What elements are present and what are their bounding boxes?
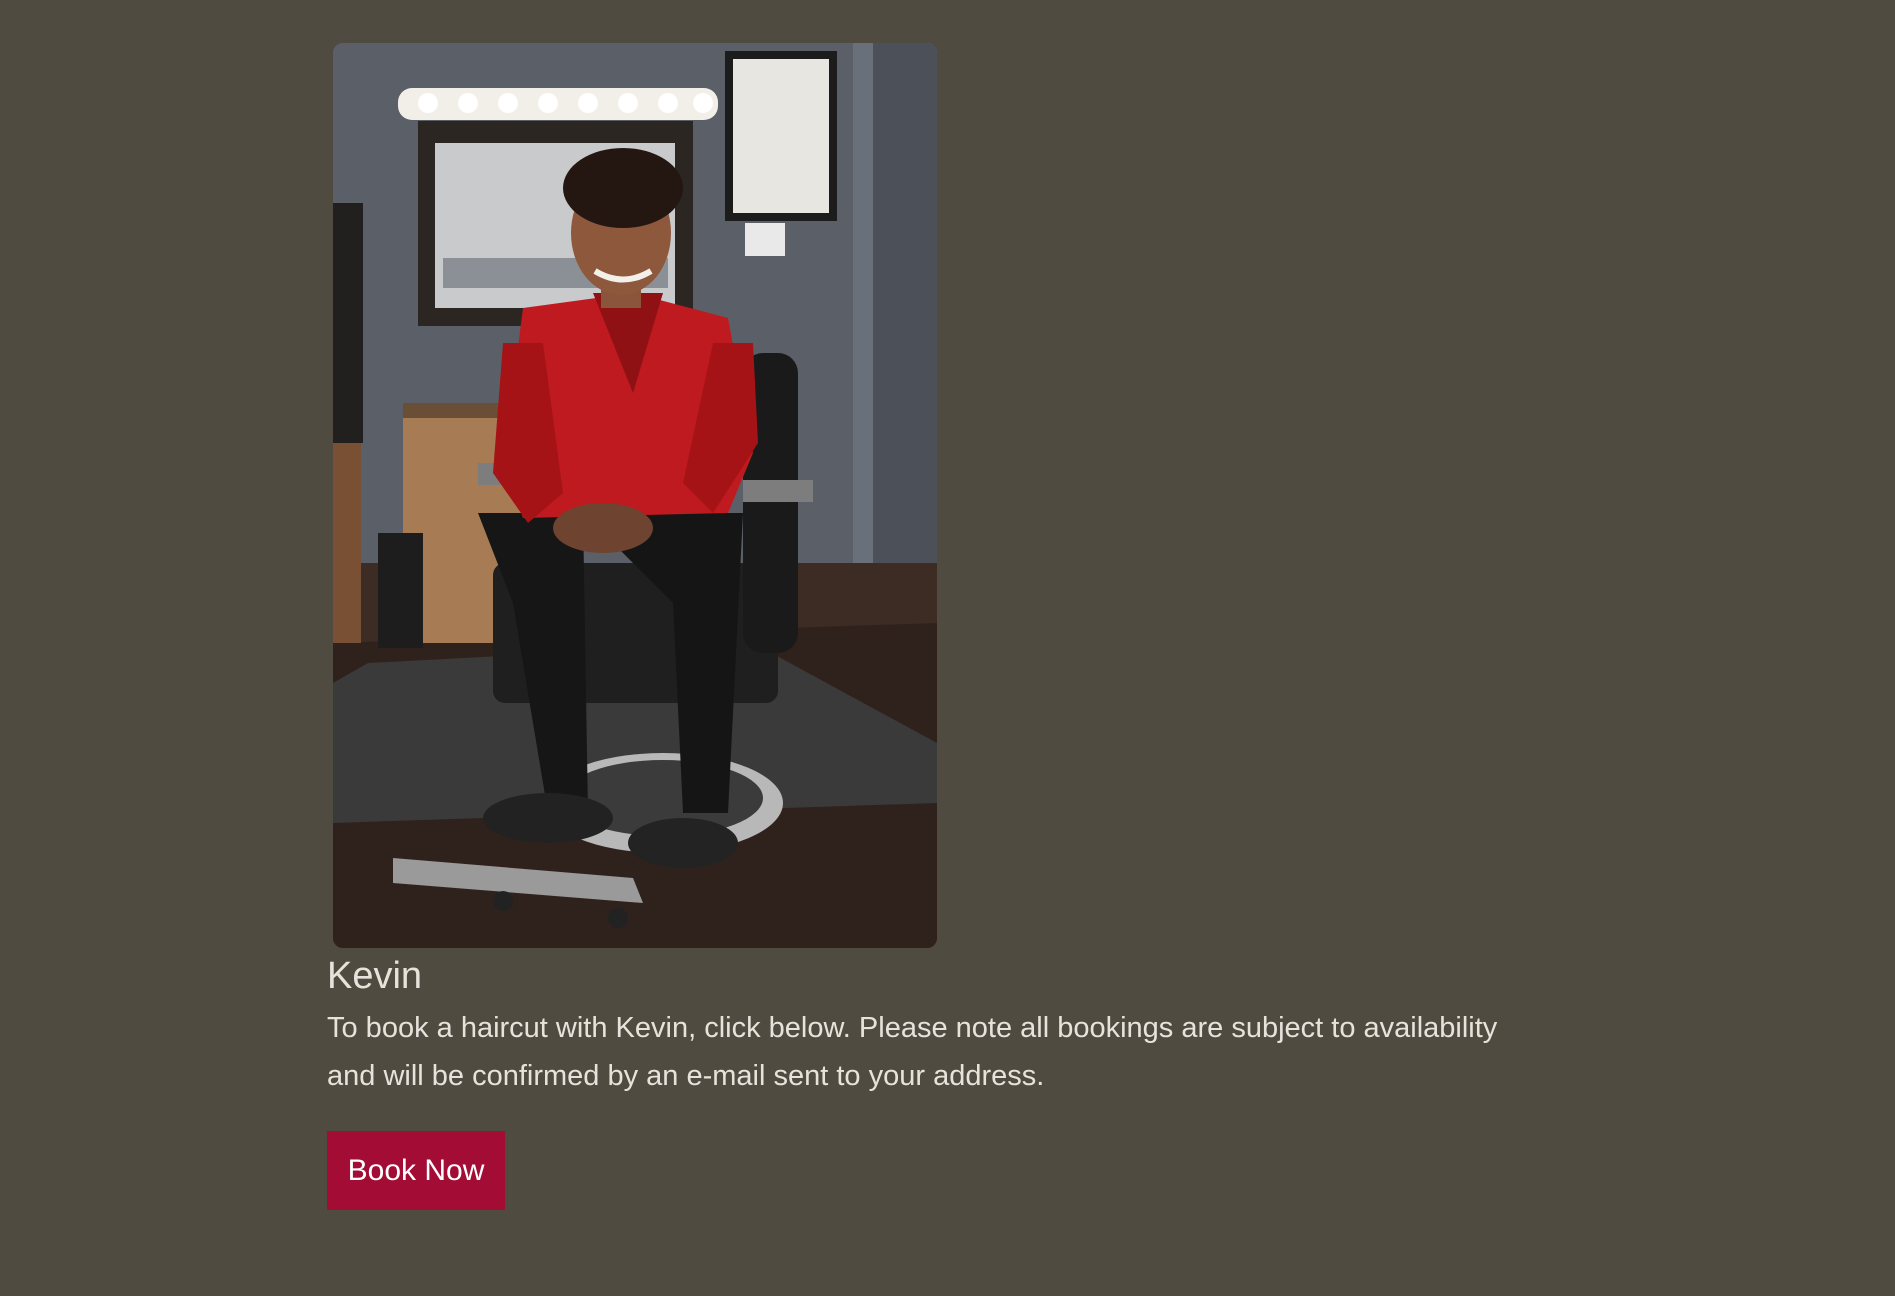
booking-description: To book a haircut with Kevin, click belo… (327, 1012, 1498, 1092)
barber-photo (333, 43, 937, 948)
book-now-button[interactable]: Book Now (327, 1131, 505, 1210)
barber-photo-illustration (333, 43, 937, 948)
page: Kevin To book a haircut with Kevin, clic… (0, 0, 1895, 1296)
barber-name: Kevin (327, 955, 423, 997)
